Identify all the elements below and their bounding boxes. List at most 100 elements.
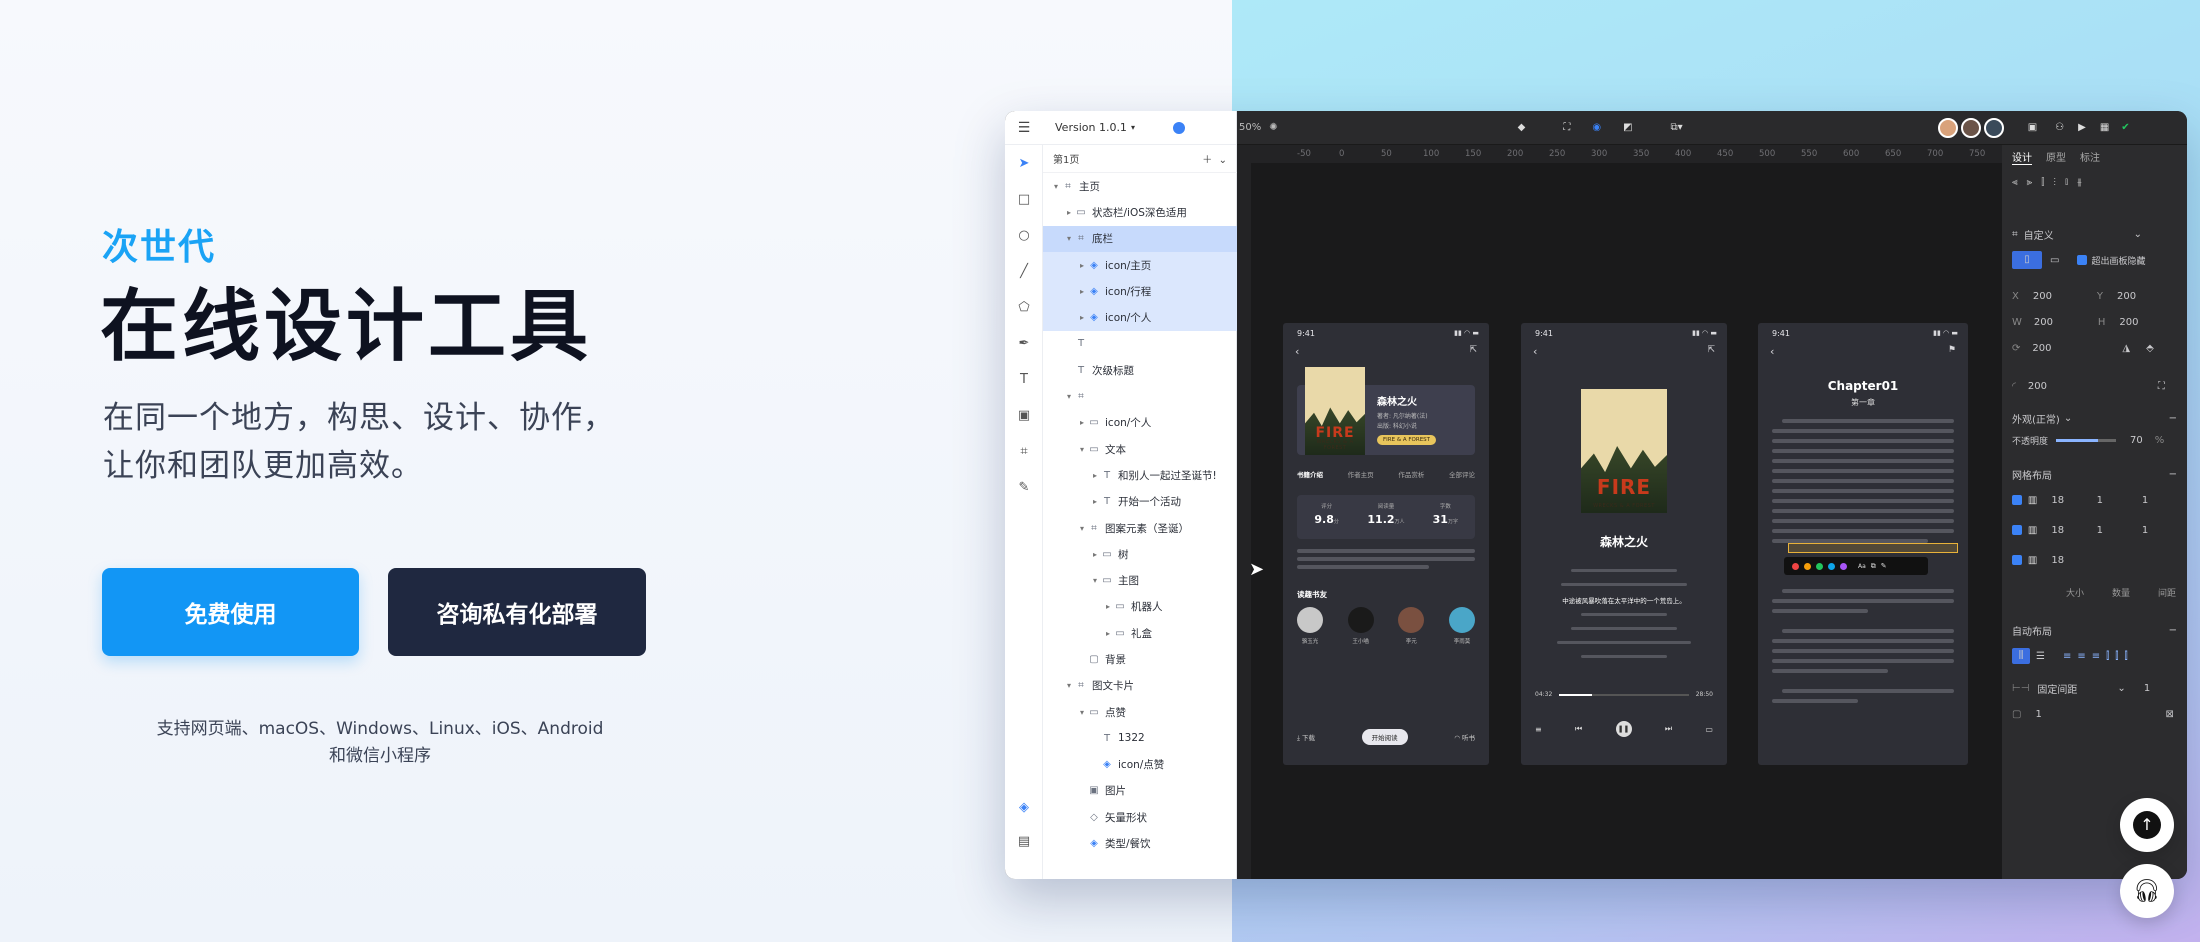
y-input[interactable]: 200 (2117, 291, 2136, 302)
width-input[interactable]: 200 (2034, 317, 2094, 328)
listen-button[interactable]: ◠ 听书 (1454, 732, 1475, 742)
height-input[interactable]: 200 (2119, 317, 2138, 328)
layer-row[interactable]: ▸ ▭ 状态栏/iOS深色适用 (1043, 199, 1237, 225)
grid-value-input[interactable]: 1 (2142, 495, 2187, 506)
reader-item[interactable]: 李雨莫 (1448, 607, 1475, 645)
minus-icon[interactable]: − (2169, 625, 2177, 636)
caret-right-icon[interactable]: ▸ (1077, 261, 1087, 270)
playlist-icon[interactable]: ≡ (1535, 725, 1542, 734)
rectangle-tool-icon[interactable]: □ (1017, 193, 1031, 207)
spacing-mode-select[interactable]: 固定间距 (2037, 681, 2117, 696)
padding-input[interactable]: 1 (2035, 709, 2165, 720)
grid-type-icon[interactable]: ▥ (2028, 555, 2052, 566)
layer-row[interactable]: ▾ ⌗ (1043, 383, 1237, 409)
caret-down-icon[interactable]: ▾ (1077, 708, 1087, 717)
color-dot[interactable] (1804, 562, 1811, 570)
vertical-layout-button[interactable]: ☰ (2036, 651, 2045, 662)
frame-icon[interactable]: ⛶ (1563, 122, 1570, 133)
grid-enable-checkbox[interactable] (2012, 555, 2022, 565)
horizontal-layout-button[interactable]: ⫼ (2012, 648, 2030, 664)
caret-down-icon[interactable]: ▾ (1064, 681, 1074, 690)
polygon-tool-icon[interactable]: ⬠ (1017, 301, 1031, 315)
grid-value-input[interactable]: 18 (2051, 555, 2096, 566)
properties-tab[interactable]: 标注 (2080, 149, 2100, 165)
radius-input[interactable]: 200 (2028, 381, 2158, 392)
component-icon[interactable]: ◆ (1518, 122, 1526, 133)
color-dot[interactable] (1828, 562, 1835, 570)
layers-icon[interactable]: ◈ (1017, 801, 1031, 815)
minus-icon[interactable]: − (2169, 469, 2177, 480)
caret-right-icon[interactable]: ▸ (1077, 418, 1087, 427)
design-canvas[interactable]: 9:41 ▮▮ ◠ ▬ ‹ ⇱ FIRE WRECKS & A FOREST 森… (1249, 163, 2002, 879)
layer-row[interactable]: ▸ ▭ 机器人 (1043, 594, 1237, 620)
caret-right-icon[interactable]: ▸ (1090, 550, 1100, 559)
color-dot[interactable] (1840, 562, 1847, 570)
flip-horizontal-icon[interactable]: ◮ (2122, 343, 2130, 354)
assets-icon[interactable]: ▤ (1017, 835, 1031, 849)
color-dot[interactable] (1816, 562, 1823, 570)
caret-right-icon[interactable]: ▸ (1090, 497, 1100, 506)
line-tool-icon[interactable]: ╱ (1017, 265, 1031, 279)
caret-right-icon[interactable]: ▸ (1090, 471, 1100, 480)
phone-frame-book-detail[interactable]: 9:41 ▮▮ ◠ ▬ ‹ ⇱ FIRE WRECKS & A FOREST 森… (1283, 323, 1489, 765)
rotation-input[interactable]: 200 (2032, 343, 2122, 354)
text-selection-toolbar[interactable]: Aa ⧉ ✎ (1784, 557, 1928, 575)
previous-icon[interactable]: ⏮ (1575, 724, 1582, 734)
layer-row[interactable]: ▾ ⌗ 底栏 (1043, 225, 1237, 252)
group-icon[interactable]: ⧉▾ (1671, 122, 1683, 133)
start-reading-button[interactable]: 开始阅读 (1361, 729, 1408, 745)
phone-frame-reader[interactable]: 9:41 ▮▮ ◠ ▬ ‹ ⚑ Chapter01 第一章 Aa ⧉ ✎ (1758, 323, 1968, 765)
landscape-button[interactable]: ▭ (2050, 255, 2059, 266)
layer-row[interactable]: ▸ ◈ icon/主页 (1043, 251, 1237, 279)
minus-icon[interactable]: − (2169, 413, 2177, 424)
pen-tool-icon[interactable]: ✒ (1017, 337, 1031, 351)
grid-type-icon[interactable]: ▥ (2028, 525, 2052, 536)
layer-row[interactable]: ▾ ⌗ 图案元素（圣诞） (1043, 515, 1237, 541)
reader-item[interactable]: 骆玉光 (1297, 607, 1323, 645)
export-icon[interactable]: ▦ (2100, 122, 2109, 133)
mask-icon[interactable]: ◩ (1623, 122, 1632, 133)
frame-tool-icon[interactable]: ⌗ (1017, 445, 1031, 459)
color-dot[interactable] (1792, 562, 1799, 570)
opacity-value[interactable]: 70 (2130, 435, 2143, 446)
frame-preset-row[interactable]: ⌗ 自定义 ⌄ (2002, 223, 2187, 245)
download-button[interactable]: ⤓ 下载 (1297, 732, 1315, 743)
share-icon[interactable]: ⇱ (1469, 345, 1477, 355)
caret-down-icon[interactable]: ▾ (1051, 182, 1061, 191)
grid-enable-checkbox[interactable] (2012, 525, 2022, 535)
back-icon[interactable]: ‹ (1770, 345, 1774, 358)
book-tab[interactable]: 书籍介绍 (1297, 469, 1323, 479)
reader-item[interactable]: 李元 (1398, 607, 1425, 645)
layer-row[interactable]: ▸ T 和别人一起过圣诞节! (1043, 462, 1237, 488)
layer-row[interactable]: ▸ ◈ icon/行程 (1043, 278, 1237, 305)
ellipse-tool-icon[interactable]: ○ (1017, 229, 1031, 243)
back-icon[interactable]: ‹ (1533, 345, 1537, 358)
caret-right-icon[interactable]: ▸ (1103, 602, 1113, 611)
book-tab[interactable]: 作者主页 (1348, 469, 1374, 479)
back-icon[interactable]: ‹ (1295, 345, 1299, 358)
portrait-button[interactable]: ▯ (2012, 251, 2042, 269)
grid-value-input[interactable]: 18 (2051, 525, 2096, 536)
layer-row[interactable]: ▾ ⌗ 主页 (1043, 173, 1237, 199)
zoom-level[interactable]: 50% (1239, 122, 1261, 133)
caret-right-icon[interactable]: ▸ (1064, 208, 1074, 217)
share-icon[interactable]: ⇱ (1707, 345, 1715, 355)
opacity-slider[interactable] (2056, 438, 2117, 442)
add-page-icon[interactable]: ＋ (1202, 155, 1212, 166)
boolean-icon[interactable]: ◉ (1592, 122, 1601, 133)
caret-right-icon[interactable]: ▸ (1077, 287, 1087, 296)
properties-tab[interactable]: 原型 (2046, 149, 2066, 165)
grid-value-input[interactable]: 18 (2051, 495, 2096, 506)
clip-checkbox[interactable] (2077, 255, 2088, 265)
free-use-button[interactable]: 免费使用 (102, 568, 359, 656)
menu-icon[interactable]: ☰ (1005, 120, 1043, 136)
layer-row[interactable]: ▸ ▭ 树 (1043, 541, 1237, 567)
caret-right-icon[interactable]: ▸ (1077, 313, 1087, 322)
pause-icon[interactable]: ❚❚ (1615, 721, 1632, 737)
layer-row[interactable]: ▾ ▭ 点赞 (1043, 699, 1237, 725)
grid-type-icon[interactable]: ▥ (2028, 495, 2052, 506)
layer-row[interactable]: ◇ 矢量形状 (1043, 804, 1237, 830)
layer-row[interactable]: ▾ ⌗ 图文卡片 (1043, 673, 1237, 699)
properties-tab[interactable]: 设计 (2012, 149, 2032, 165)
grid-enable-checkbox[interactable] (2012, 495, 2022, 505)
